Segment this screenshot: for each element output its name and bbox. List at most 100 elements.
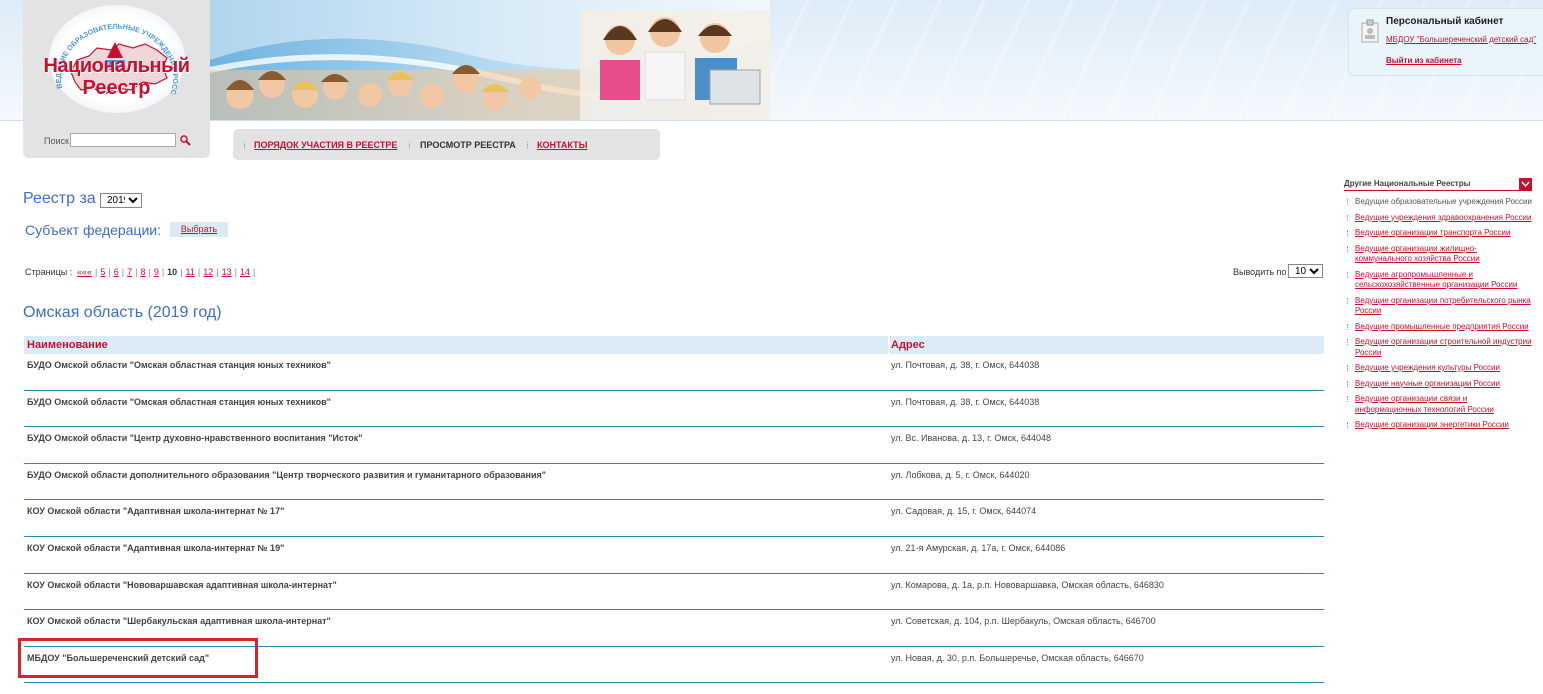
- table-row[interactable]: БУДО Омской области дополнительного обра…: [24, 464, 1324, 501]
- pagination-separator: |: [148, 267, 151, 277]
- header-banner-image: [210, 0, 770, 120]
- row-name: БУДО Омской области дополнительного обра…: [27, 469, 546, 480]
- row-address: ул. Почтовая, д. 38, г. Омск, 644038: [891, 396, 1040, 407]
- pagination-page[interactable]: 7: [127, 267, 132, 277]
- bullet-icon: [1347, 380, 1348, 387]
- pagination-separator: |: [108, 267, 111, 277]
- sidebar-item-label[interactable]: Ведущие промышленные предприятия России: [1355, 322, 1529, 331]
- bullet-icon: [1347, 396, 1348, 402]
- sidebar-item-label[interactable]: Ведущие организации потребительского рын…: [1355, 296, 1531, 316]
- pagination-page[interactable]: 8: [140, 267, 145, 277]
- row-name: БУДО Омской области "Центр духовно-нравс…: [27, 433, 363, 444]
- nav-contacts-link[interactable]: КОНТАКТЫ: [537, 140, 587, 150]
- chevron-down-icon[interactable]: [1519, 178, 1532, 190]
- table-row[interactable]: КОУ Омской области "Адаптивная школа-инт…: [24, 537, 1324, 574]
- bullet-icon: [1347, 245, 1348, 252]
- registry-year-select[interactable]: 2019: [100, 193, 142, 208]
- bullet-icon: [1347, 230, 1348, 236]
- subject-label: Субъект федерации:: [25, 222, 162, 238]
- bullet-icon: [1347, 422, 1348, 428]
- table-body: БУДО Омской области "Омская областная ст…: [24, 354, 1324, 684]
- bullet-icon: [1347, 297, 1348, 304]
- region-title: Омская область (2019 год): [23, 304, 222, 321]
- row-name: БУДО Омской области "Омская областная ст…: [27, 360, 331, 370]
- sidebar-list: Ведущие образовательные учреждения Росси…: [1346, 197, 1532, 436]
- pagination-page[interactable]: 6: [114, 267, 119, 277]
- row-address: ул. Лобкова, д. 5, г. Омск, 644020: [891, 469, 1030, 480]
- per-page-label: Выводить по: [1233, 267, 1287, 277]
- row-name: КОУ Омской области "Нововаршавская адапт…: [27, 579, 337, 590]
- header-separator: [888, 336, 890, 354]
- main-nav: ПОРЯДОК УЧАСТИЯ В РЕЕСТРЕ ПРОСМОТР РЕЕСТ…: [233, 129, 660, 160]
- bullet-icon: [1347, 214, 1348, 221]
- sidebar-item[interactable]: Ведущие учреждения культуры России: [1346, 363, 1532, 374]
- pagination-page[interactable]: 11: [186, 267, 195, 277]
- table-row[interactable]: КОУ Омской области "Адаптивная школа-инт…: [24, 500, 1324, 537]
- pagination-page[interactable]: 13: [222, 267, 232, 277]
- sidebar-item[interactable]: Ведущие промышленные предприятия России: [1346, 322, 1532, 333]
- row-address: ул. Комарова, д. 1а, р.п. Нововаршавка, …: [891, 579, 1164, 590]
- pages-label: Страницы :: [25, 267, 73, 277]
- pagination-page[interactable]: 14: [240, 267, 250, 277]
- sidebar-item-label[interactable]: Ведущие организации транспорта России: [1355, 228, 1511, 237]
- pagination-separator: |: [135, 267, 138, 277]
- search-input[interactable]: [70, 133, 176, 147]
- per-page-select[interactable]: 10: [1288, 264, 1323, 278]
- pagination-separator: |: [95, 267, 98, 277]
- sidebar-item[interactable]: Ведущие научные организации России: [1346, 379, 1532, 390]
- sidebar-item[interactable]: Ведущие организации транспорта России: [1346, 228, 1532, 239]
- nav-separator: [409, 142, 411, 149]
- sidebar-item[interactable]: Ведущие учреждения здравоохранения Росси…: [1346, 213, 1532, 224]
- nav-participation-link[interactable]: ПОРЯДОК УЧАСТИЯ В РЕЕСТРЕ: [254, 140, 397, 150]
- sidebar-item: Ведущие образовательные учреждения Росси…: [1346, 197, 1532, 208]
- bullet-icon: [1347, 199, 1348, 205]
- nav-view-registry[interactable]: ПРОСМОТР РЕЕСТРА: [420, 140, 516, 150]
- sidebar-item[interactable]: Ведущие агропромышленные и сельскохозяйс…: [1346, 270, 1532, 291]
- pagination-page[interactable]: 9: [154, 267, 159, 277]
- sidebar-item-label: Ведущие образовательные учреждения Росси…: [1355, 197, 1532, 206]
- pagination-page[interactable]: 5: [100, 267, 105, 277]
- pagination-page: 10: [167, 267, 178, 277]
- sidebar-item[interactable]: Ведущие организации связи и информационн…: [1346, 394, 1532, 415]
- sidebar-item[interactable]: Ведущие организации потребительского рын…: [1346, 296, 1532, 317]
- personal-org-link[interactable]: МБДОУ "Большереченский детский сад": [1386, 35, 1536, 44]
- row-name: КОУ Омской области "Адаптивная школа-инт…: [27, 506, 285, 517]
- pagination-separator: |: [161, 267, 165, 277]
- row-address: ул. Новая, д. 30, р.п. Большеречье, Омск…: [891, 652, 1144, 663]
- sidebar-item[interactable]: Ведущие организации жилищно-коммунальног…: [1346, 244, 1532, 265]
- row-address: ул. 21-я Амурская, д. 17а, г. Омск, 6440…: [891, 542, 1066, 553]
- bullet-icon: [1347, 323, 1348, 330]
- table-row[interactable]: БУДО Омской области "Центр духовно-нравс…: [24, 427, 1324, 464]
- sidebar-item-label[interactable]: Ведущие организации жилищно-коммунальног…: [1355, 244, 1480, 264]
- logout-link[interactable]: Выйти из кабинета: [1386, 56, 1462, 65]
- choose-subject-button[interactable]: Выбрать: [170, 222, 228, 237]
- row-name: БУДО Омской области "Омская областная ст…: [27, 396, 331, 407]
- table-row[interactable]: КОУ Омской области "Нововаршавская адапт…: [24, 574, 1324, 611]
- registry-table: Наименование Адрес БУДО Омской области "…: [24, 336, 1324, 684]
- sidebar-title-text: Другие Национальные Реестры: [1344, 179, 1471, 188]
- row-name: КОУ Омской области "Шербакульская адапти…: [27, 616, 331, 627]
- search-icon[interactable]: [179, 133, 191, 147]
- header-divider: [0, 120, 1543, 121]
- search-label: Поиск: [44, 136, 69, 146]
- sidebar-item-label[interactable]: Ведущие организации строительной индустр…: [1355, 337, 1532, 357]
- sidebar-item-label[interactable]: Ведущие организации связи и информационн…: [1355, 394, 1494, 414]
- bullet-icon: [1347, 271, 1348, 278]
- sidebar-item[interactable]: Ведущие организации энергетики России: [1346, 420, 1532, 431]
- sidebar-item-label[interactable]: Ведущие агропромышленные и сельскохозяйс…: [1355, 270, 1517, 290]
- pagination-page[interactable]: 12: [203, 267, 213, 277]
- personal-cabinet-panel: Персональный кабинет МБДОУ "Большереченс…: [1348, 8, 1543, 76]
- sidebar-item-label[interactable]: Ведущие учреждения культуры России: [1355, 363, 1500, 372]
- sidebar-item-label[interactable]: Ведущие научные организации России: [1355, 379, 1500, 388]
- table-row[interactable]: БУДО Омской области "Омская областная ст…: [24, 391, 1324, 428]
- bullet-icon: [1347, 339, 1348, 345]
- row-address: ул. Советская, д. 104, р.п. Шербакуль, О…: [891, 616, 1156, 627]
- pagination-separator: |: [121, 267, 125, 277]
- sidebar-item-label[interactable]: Ведущие организации энергетики России: [1355, 420, 1509, 429]
- sidebar-item-label[interactable]: Ведущие учреждения здравоохранения Росси…: [1355, 213, 1532, 222]
- table-row[interactable]: БУДО Омской области "Омская областная ст…: [24, 354, 1324, 391]
- sidebar-item[interactable]: Ведущие организации строительной индустр…: [1346, 337, 1532, 358]
- pagination-first[interactable]: «««: [77, 267, 92, 277]
- personal-cabinet-title: Персональный кабинет: [1386, 16, 1504, 27]
- row-address: ул. Садовая, д. 15, г. Омск, 644074: [891, 506, 1037, 517]
